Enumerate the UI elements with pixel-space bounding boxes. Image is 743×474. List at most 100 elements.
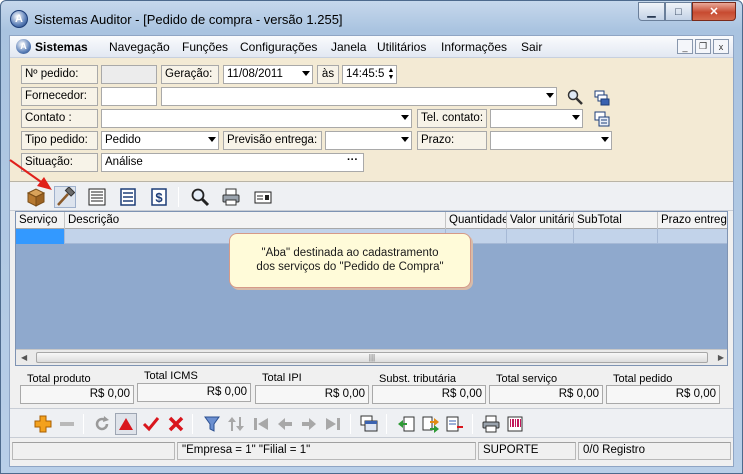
geracao-date-field[interactable]: 11/08/2011: [223, 65, 313, 84]
col-prazo-entrega[interactable]: Prazo entrega: [658, 212, 727, 229]
lookup-list-icon[interactable]: [593, 89, 611, 107]
refresh-icon[interactable]: [91, 413, 113, 435]
menu-bar: A Sistemas Navegação Funções Configuraçõ…: [10, 36, 733, 58]
child-close-button[interactable]: x: [713, 39, 729, 54]
warning-triangle-icon[interactable]: [115, 413, 137, 435]
tab-lista-icon[interactable]: [117, 186, 139, 208]
table-cell-selected[interactable]: [16, 229, 65, 244]
pedido-label: Nº pedido:: [21, 65, 98, 84]
tipo-pedido-combo[interactable]: Pedido: [101, 131, 219, 150]
contato-combo[interactable]: [101, 109, 412, 128]
last-record-icon[interactable]: [322, 413, 344, 435]
table-cell[interactable]: [658, 229, 727, 244]
tab-toolbar: $: [10, 183, 733, 211]
prazo-label: Prazo:: [417, 131, 487, 150]
report-barcode-icon[interactable]: [504, 413, 526, 435]
minimize-button[interactable]: ▁: [638, 2, 665, 21]
zoom-search-icon[interactable]: [189, 186, 211, 208]
chevron-down-icon[interactable]: [208, 137, 216, 142]
print-icon[interactable]: [480, 413, 502, 435]
table-cell[interactable]: [574, 229, 658, 244]
chevron-down-icon[interactable]: [302, 71, 310, 76]
chevron-down-icon[interactable]: [546, 93, 554, 98]
scroll-thumb[interactable]: |||: [36, 352, 708, 363]
situacao-label: Situação:: [21, 153, 98, 172]
chevron-down-icon[interactable]: [572, 115, 580, 120]
window-copy-icon[interactable]: [358, 413, 380, 435]
contact-list-icon[interactable]: [593, 110, 611, 128]
title-bar[interactable]: A Sistemas Auditor - [Pedido de compra -…: [1, 1, 742, 35]
order-header-form: Nº pedido: Geração: 11/08/2011 às 14:45:…: [10, 58, 733, 182]
spinner-arrows-icon[interactable]: ▲ ▼: [387, 67, 395, 82]
menu-janela[interactable]: Janela: [331, 40, 366, 54]
geracao-time-field[interactable]: 14:45:5 ▲ ▼: [342, 65, 397, 84]
add-plus-icon[interactable]: [32, 413, 54, 435]
chevron-down-icon[interactable]: [401, 137, 409, 142]
ellipsis-button[interactable]: ···: [347, 154, 358, 166]
menu-informacoes[interactable]: Informações: [441, 40, 507, 54]
tel-contato-label: Tel. contato:: [417, 109, 487, 128]
menu-sistemas[interactable]: Sistemas: [35, 40, 88, 54]
menu-configuracoes[interactable]: Configurações: [240, 40, 317, 54]
tipo-pedido-label: Tipo pedido:: [21, 131, 98, 150]
chevron-down-icon[interactable]: [601, 137, 609, 142]
toolbar-separator: [350, 414, 351, 434]
col-quantidade[interactable]: Quantidade: [446, 212, 507, 229]
horizontal-scrollbar[interactable]: ◀ ||| ▶: [16, 349, 727, 365]
previsao-entrega-combo[interactable]: [325, 131, 412, 150]
fornecedor-code-field[interactable]: [101, 87, 157, 106]
printer-icon[interactable]: [220, 186, 242, 208]
total-servico-label: Total serviço: [496, 373, 558, 385]
export-arrows-icon[interactable]: [420, 413, 442, 435]
menu-sair[interactable]: Sair: [521, 40, 542, 54]
menu-funcoes[interactable]: Funções: [182, 40, 228, 54]
col-subtotal[interactable]: SubTotal: [574, 212, 658, 229]
tab-documento-icon[interactable]: [86, 186, 108, 208]
tel-contato-combo[interactable]: [490, 109, 583, 128]
table-cell[interactable]: [507, 229, 574, 244]
remove-minus-icon[interactable]: [56, 413, 78, 435]
chevron-down-icon[interactable]: [401, 115, 409, 120]
child-minimize-button[interactable]: _: [677, 39, 693, 54]
scroll-right-icon[interactable]: ▶: [718, 353, 724, 362]
system-menu-icon[interactable]: A: [16, 39, 31, 54]
geracao-date-value: 11/08/2011: [227, 68, 283, 80]
child-restore-button[interactable]: ❐: [695, 39, 711, 54]
tab-financeiro-dollar-icon[interactable]: $: [148, 186, 170, 208]
prazo-combo[interactable]: [490, 131, 612, 150]
previous-record-icon[interactable]: [274, 413, 296, 435]
situacao-field[interactable]: Análise ···: [101, 153, 364, 172]
record-toolbar: [10, 408, 733, 438]
import-arrow-icon[interactable]: [395, 413, 417, 435]
maximize-button[interactable]: □: [665, 2, 692, 21]
pedido-field[interactable]: [101, 65, 157, 84]
search-icon[interactable]: [566, 88, 584, 106]
delete-list-icon[interactable]: [444, 413, 466, 435]
toolbar-separator: [192, 414, 193, 434]
window-title: Sistemas Auditor - [Pedido de compra - v…: [34, 12, 343, 27]
app-icon: A: [10, 10, 28, 28]
fornecedor-label: Fornecedor:: [21, 87, 98, 106]
col-descricao[interactable]: Descrição: [65, 212, 446, 229]
filter-funnel-icon[interactable]: [201, 413, 223, 435]
status-empresa-filial: "Empresa = 1" "Filial = 1": [177, 442, 476, 460]
menu-utilitarios[interactable]: Utilitários: [377, 40, 426, 54]
col-valor-unitario[interactable]: Valor unitário: [507, 212, 574, 229]
total-ipi-value: R$ 0,00: [255, 385, 369, 404]
fornecedor-name-combo[interactable]: [161, 87, 557, 106]
scroll-left-icon[interactable]: ◀: [21, 353, 27, 362]
tab-servicos-hammer-icon[interactable]: [54, 186, 76, 208]
status-user: SUPORTE: [478, 442, 576, 460]
sort-arrows-icon[interactable]: [225, 413, 247, 435]
card-icon[interactable]: [252, 186, 274, 208]
annotation-line-2: dos serviços do "Pedido de Compra": [256, 261, 444, 273]
menu-navegacao[interactable]: Navegação: [109, 40, 170, 54]
subst-tributaria-label: Subst. tributária: [379, 373, 457, 385]
next-record-icon[interactable]: [298, 413, 320, 435]
tab-produtos-box-icon[interactable]: [25, 186, 47, 208]
first-record-icon[interactable]: [250, 413, 272, 435]
close-button[interactable]: ✕: [692, 2, 736, 21]
col-servico[interactable]: Serviço: [16, 212, 65, 229]
confirm-check-icon[interactable]: [140, 413, 162, 435]
cancel-x-icon[interactable]: [165, 413, 187, 435]
